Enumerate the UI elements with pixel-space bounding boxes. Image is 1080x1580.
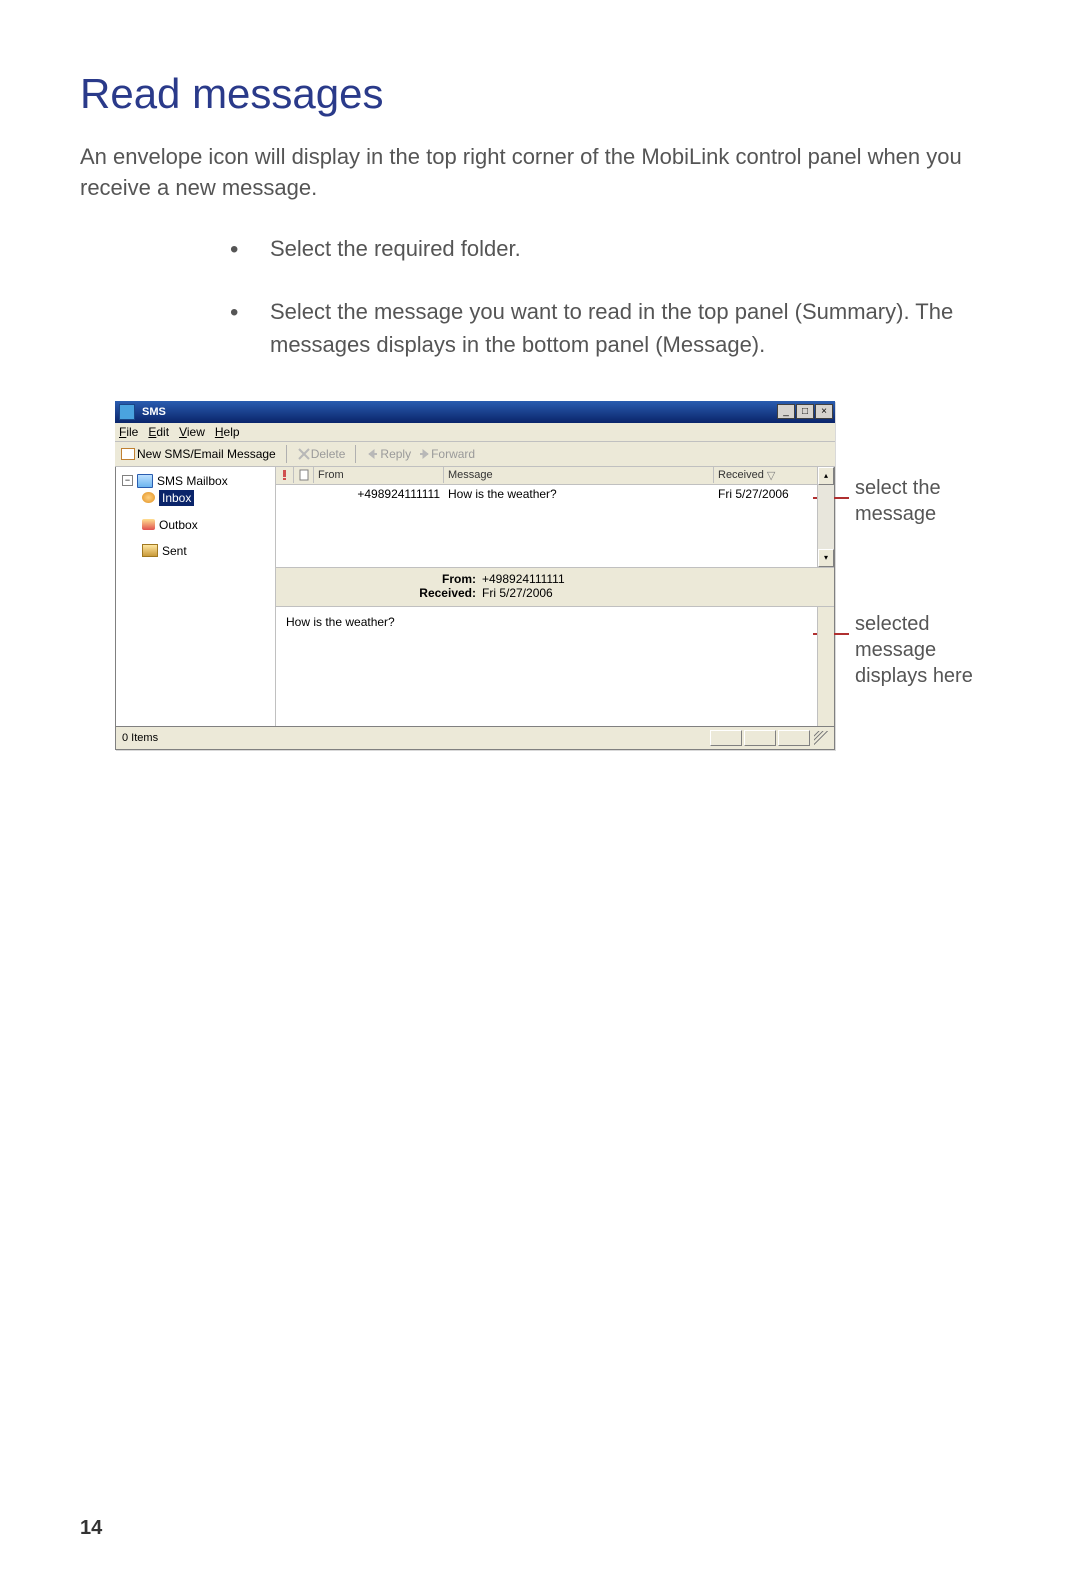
folder-tree: − SMS Mailbox Inbox Outbox Sent <box>116 467 276 726</box>
app-icon <box>119 404 135 420</box>
message-row[interactable]: +498924111111 How is the weather? Fri 5/… <box>276 485 834 503</box>
toolbar-delete-label: Delete <box>311 447 346 461</box>
detail-from-value: +498924111111 <box>480 572 565 586</box>
tree-outbox-node[interactable]: Outbox <box>120 517 271 533</box>
resize-grip-icon[interactable] <box>814 731 828 745</box>
toolbar-delete: Delete <box>297 447 346 461</box>
detail-received-value: Fri 5/27/2006 <box>480 586 553 600</box>
forward-icon <box>417 447 431 461</box>
menu-bar: File Edit View Help <box>115 423 835 442</box>
menu-file[interactable]: File <box>119 425 138 439</box>
toolbar-new-label: New SMS/Email Message <box>137 447 276 461</box>
toolbar-separator <box>355 445 356 463</box>
tree-outbox-label: Outbox <box>159 518 198 532</box>
menu-view[interactable]: View <box>179 425 205 439</box>
message-detail-header: From: +498924111111 Received: Fri 5/27/2… <box>276 568 834 607</box>
tree-expander-icon[interactable]: − <box>122 475 133 486</box>
tree-root-label: SMS Mailbox <box>157 474 228 488</box>
message-list-header: From Message Received ▽ <box>276 467 834 485</box>
sent-icon <box>142 544 158 557</box>
reply-icon <box>366 447 380 461</box>
delete-x-icon <box>297 447 311 461</box>
attach-col-header[interactable] <box>294 467 314 483</box>
list-scrollbar[interactable]: ▴ ▾ <box>817 467 834 567</box>
toolbar-forward: Forward <box>417 447 475 461</box>
section-title: Read messages <box>80 70 980 118</box>
tree-inbox-label: Inbox <box>159 490 194 506</box>
tree-sent-label: Sent <box>162 544 187 558</box>
callout-text-bottom: selected message displays here <box>855 611 975 689</box>
window-maximize-button[interactable]: □ <box>796 404 814 419</box>
message-body-text: How is the weather? <box>286 615 395 629</box>
status-cell <box>710 730 742 746</box>
message-col-header[interactable]: Message <box>444 467 714 483</box>
toolbar-separator <box>286 445 287 463</box>
row-received: Fri 5/27/2006 <box>714 485 834 503</box>
status-cell <box>744 730 776 746</box>
menu-edit[interactable]: Edit <box>148 425 169 439</box>
instruction-list: Select the required folder. Select the m… <box>230 232 980 361</box>
priority-icon <box>280 469 289 481</box>
tree-root-node[interactable]: − SMS Mailbox <box>120 473 271 489</box>
window-title: SMS <box>138 406 777 418</box>
page-number: 14 <box>80 1517 102 1540</box>
sort-desc-icon: ▽ <box>767 469 775 482</box>
inbox-icon <box>142 492 155 503</box>
toolbar-reply: Reply <box>366 447 411 461</box>
window-minimize-button[interactable]: _ <box>777 404 795 419</box>
callout-text-top: select the message <box>855 475 975 527</box>
screenshot-figure: select the message selected message disp… <box>115 401 945 750</box>
tree-inbox-node[interactable]: Inbox <box>120 489 271 507</box>
mailbox-icon <box>137 474 153 488</box>
menu-help[interactable]: Help <box>215 425 240 439</box>
body-scrollbar[interactable] <box>817 607 834 726</box>
scroll-down-button[interactable]: ▾ <box>818 549 834 567</box>
envelope-icon <box>121 448 135 460</box>
row-message: How is the weather? <box>444 485 714 503</box>
window-titlebar[interactable]: SMS _ □ × <box>115 401 835 423</box>
received-col-label: Received <box>718 469 764 481</box>
scroll-track[interactable] <box>818 485 834 549</box>
tree-sent-node[interactable]: Sent <box>120 543 271 559</box>
toolbar: New SMS/Email Message Delete Reply Forwa… <box>115 442 835 467</box>
instruction-item: Select the message you want to read in t… <box>230 295 980 361</box>
intro-paragraph: An envelope icon will display in the top… <box>80 142 980 204</box>
priority-col-header[interactable] <box>276 467 294 483</box>
outbox-icon <box>142 519 155 530</box>
message-list-panel: From Message Received ▽ +498924111111 Ho <box>276 467 834 568</box>
instruction-item: Select the required folder. <box>230 232 980 265</box>
scroll-up-button[interactable]: ▴ <box>818 467 834 485</box>
sms-window: SMS _ □ × File Edit View Help New SMS/Em… <box>115 401 835 750</box>
toolbar-reply-label: Reply <box>380 447 411 461</box>
page-icon <box>298 469 309 481</box>
status-cell <box>778 730 810 746</box>
detail-received-label: Received: <box>276 586 480 600</box>
toolbar-new-message[interactable]: New SMS/Email Message <box>121 447 276 461</box>
window-close-button[interactable]: × <box>815 404 833 419</box>
row-from: +498924111111 <box>314 485 444 503</box>
detail-from-label: From: <box>276 572 480 586</box>
toolbar-forward-label: Forward <box>431 447 475 461</box>
status-bar: 0 Items <box>115 727 835 750</box>
status-item-count: 0 Items <box>122 732 158 744</box>
received-col-header[interactable]: Received ▽ <box>714 467 834 484</box>
from-col-header[interactable]: From <box>314 467 444 483</box>
message-body-panel: How is the weather? <box>276 607 834 726</box>
